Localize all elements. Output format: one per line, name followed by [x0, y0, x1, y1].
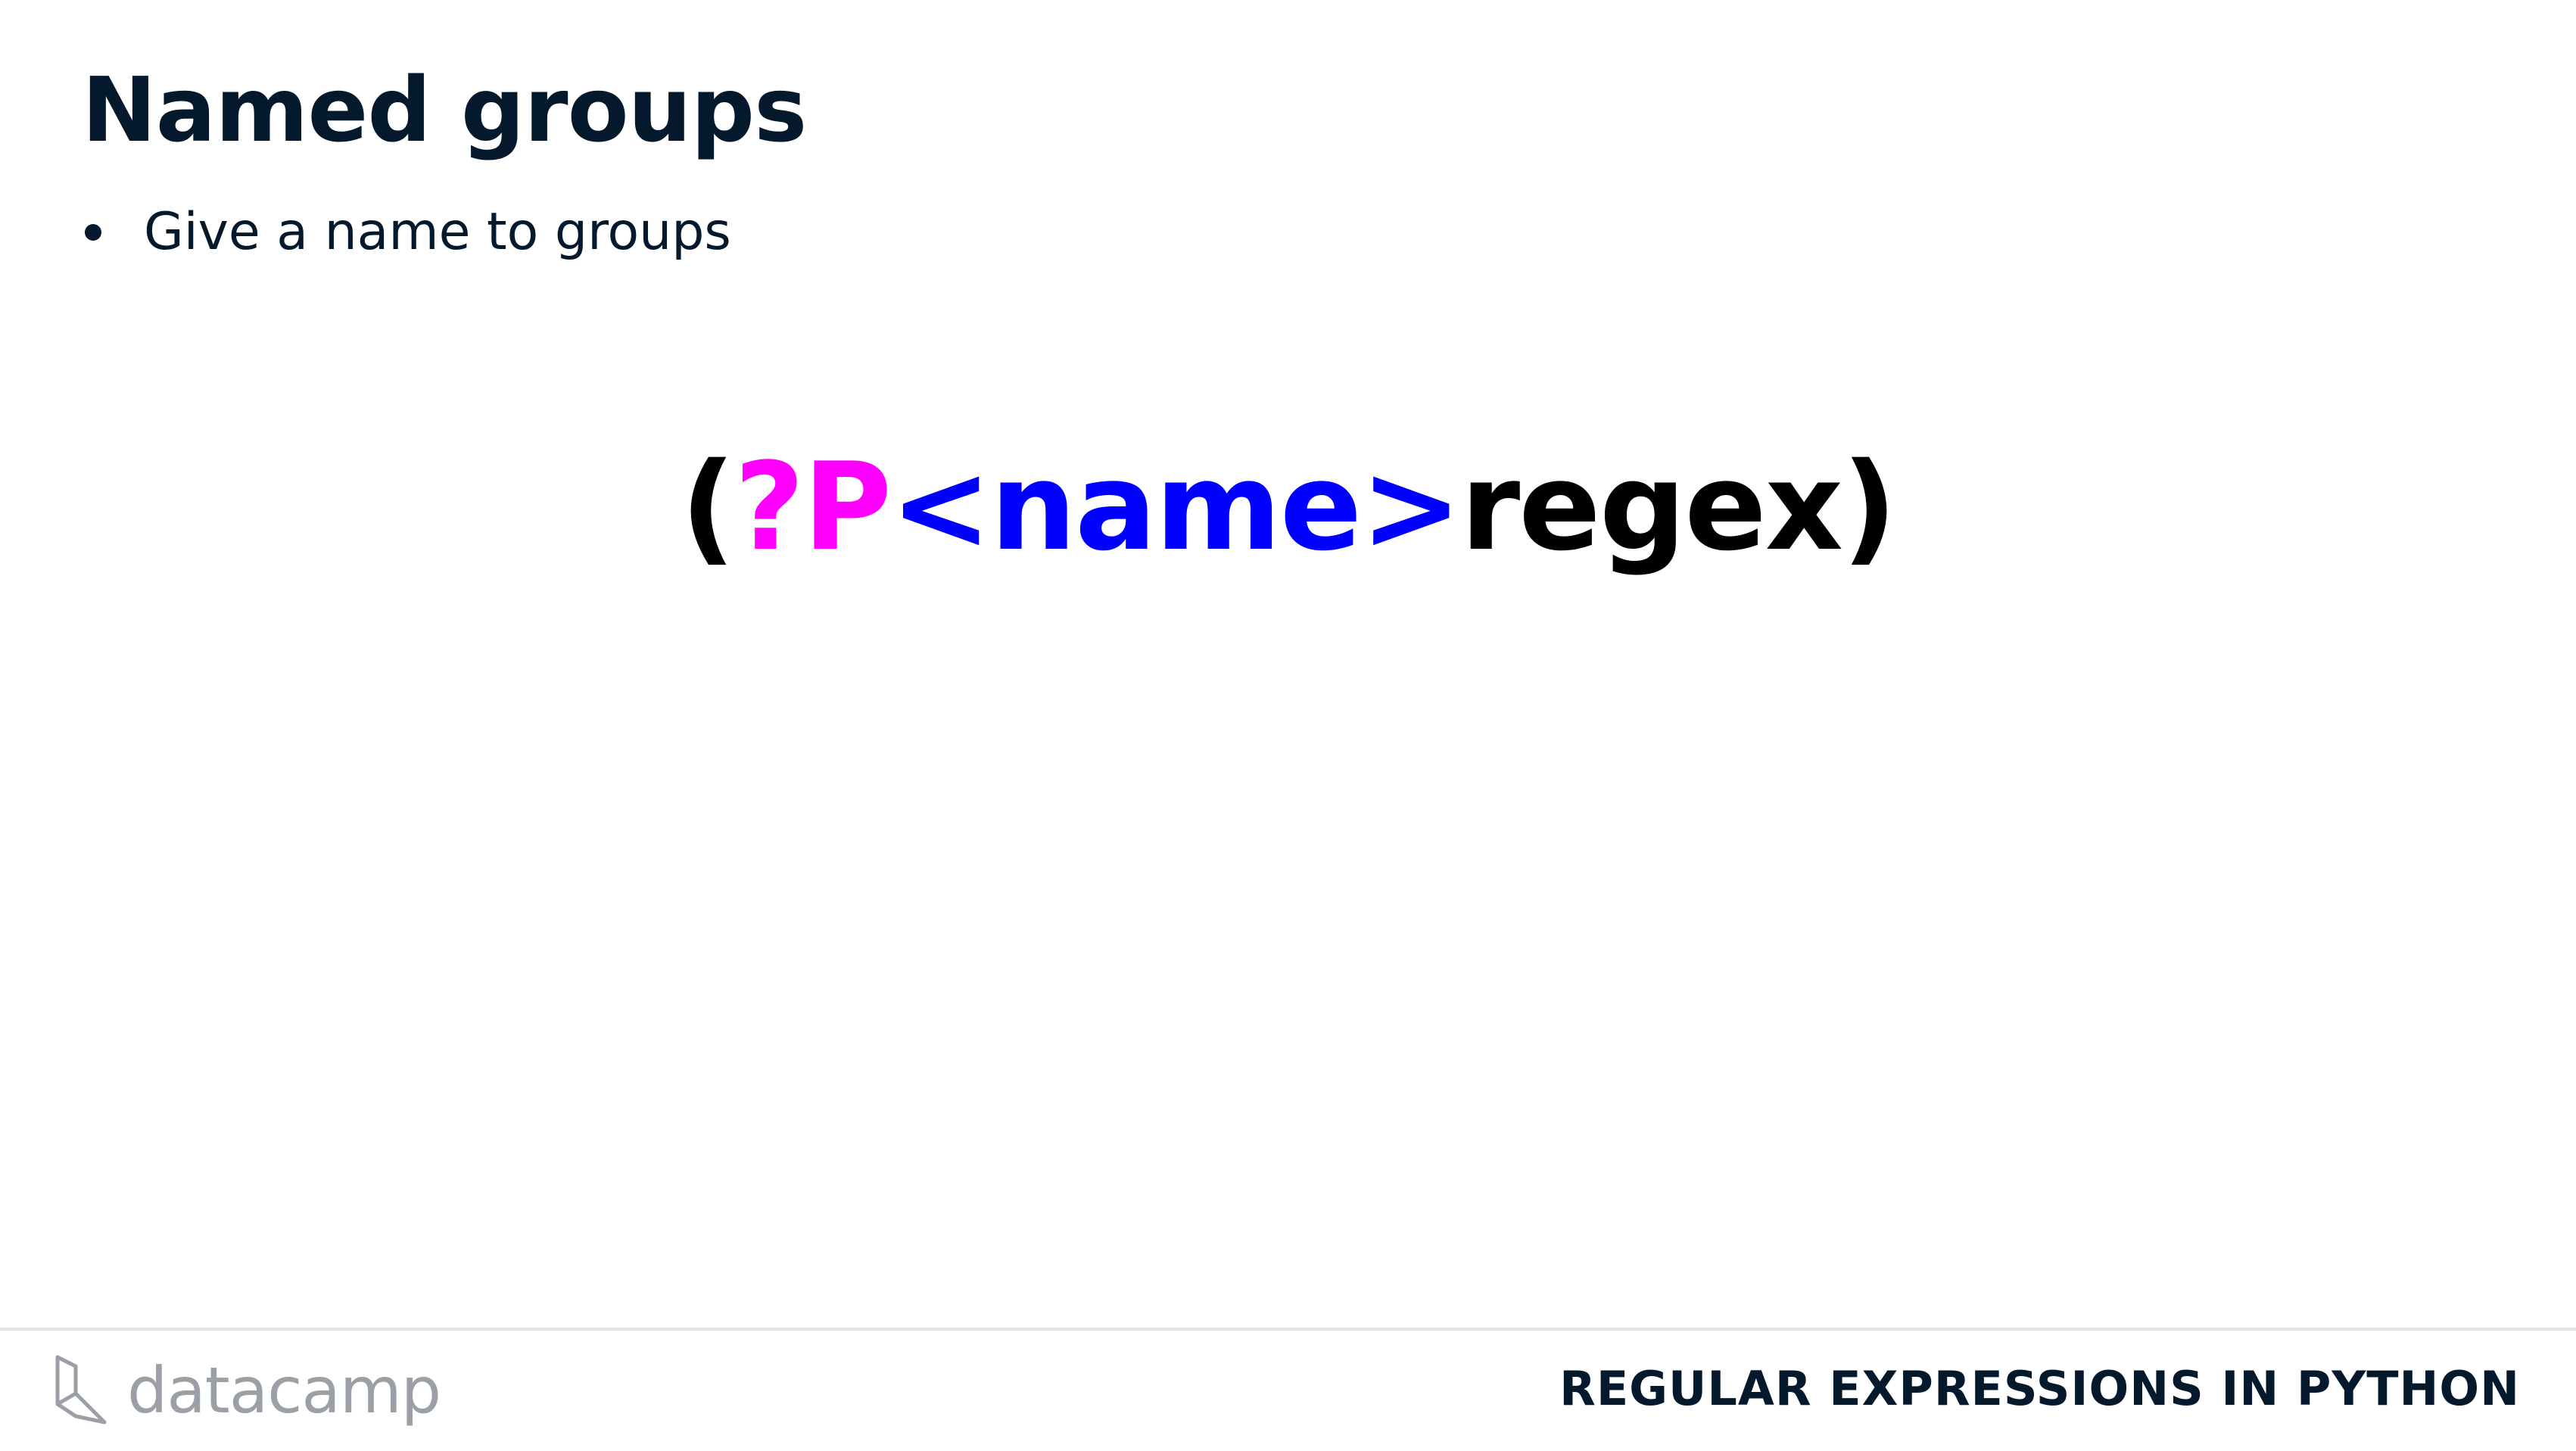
course-title: REGULAR EXPRESSIONS IN PYTHON — [1559, 1361, 2520, 1416]
syntax-question-p: ?P — [734, 436, 892, 578]
syntax-name-token: <name> — [890, 436, 1462, 578]
bullet-item: Give a name to groups — [82, 191, 731, 274]
datacamp-logo-icon — [55, 1355, 107, 1425]
slide-title: Named groups — [82, 58, 807, 162]
footer-divider — [0, 1328, 2576, 1331]
bullet-dot-icon — [85, 224, 101, 241]
bullet-text: Give a name to groups — [144, 202, 731, 262]
datacamp-logo: datacamp — [53, 1349, 441, 1432]
logo-text: datacamp — [127, 1353, 441, 1428]
syntax-regex-close: regex) — [1460, 436, 1897, 578]
regex-syntax: (?P<name>regex) — [680, 431, 1897, 583]
regex-syntax-display: (?P<name>regex) — [0, 424, 2576, 590]
bullet-list: Give a name to groups — [82, 191, 731, 274]
syntax-open-paren: ( — [680, 436, 736, 578]
slide: Named groups Give a name to groups (?P<n… — [0, 0, 2576, 1451]
